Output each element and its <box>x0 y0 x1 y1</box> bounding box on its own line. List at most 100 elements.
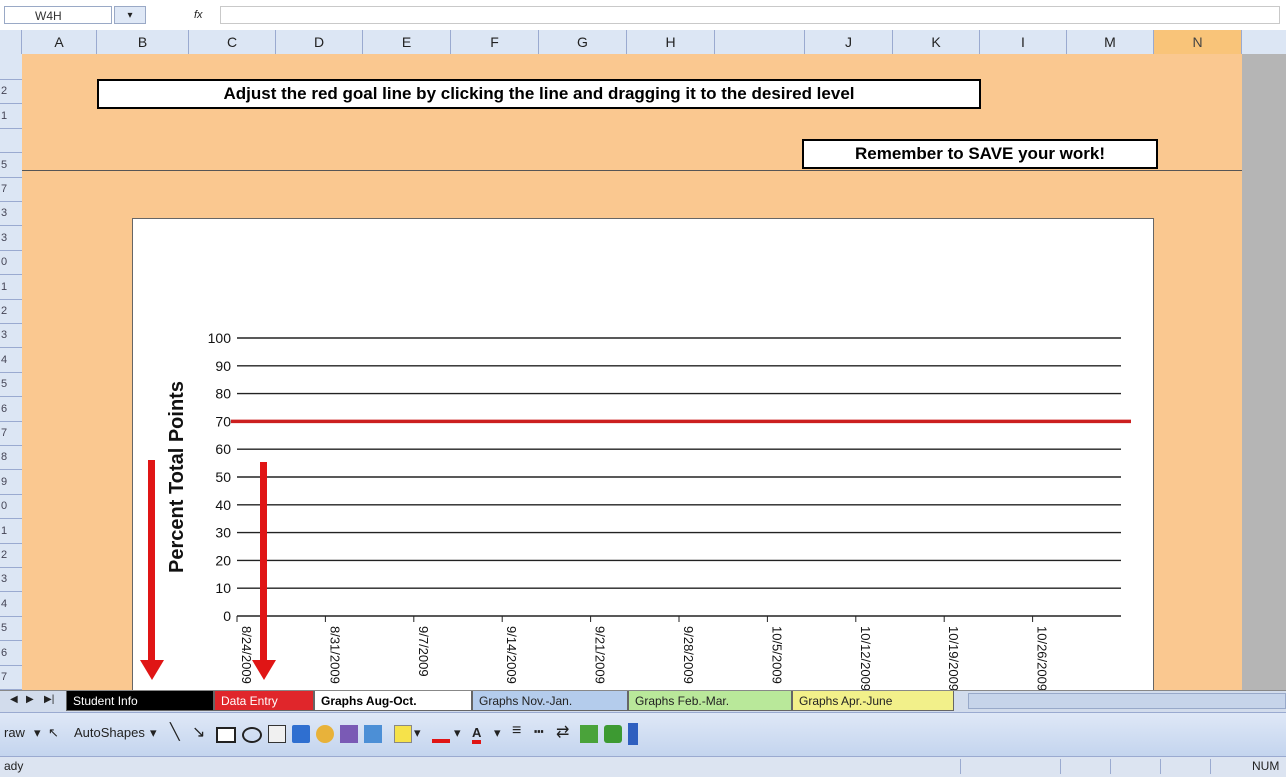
shadow-style-icon[interactable] <box>580 725 598 743</box>
status-pane <box>960 759 961 774</box>
column-header[interactable]: K <box>893 30 980 54</box>
select-objects-icon[interactable]: ↖ <box>48 725 59 741</box>
arrow-style-icon[interactable]: ⇄ <box>556 722 569 742</box>
chevron-down-icon[interactable]: ▾ <box>414 725 421 741</box>
row-header[interactable]: 5 <box>0 152 22 178</box>
column-header[interactable]: C <box>189 30 276 54</box>
x-tick-label: 10/12/2009 <box>858 626 873 691</box>
oval-tool-icon[interactable] <box>242 727 262 743</box>
chevron-down-icon[interactable]: ▾ <box>150 725 157 741</box>
x-tick-label: 10/19/2009 <box>946 626 961 691</box>
row-header[interactable]: 8 <box>0 444 22 471</box>
y-axis-label: Percent Total Points <box>166 381 188 573</box>
picture-icon[interactable] <box>364 725 382 743</box>
line-style-icon[interactable]: ≡ <box>512 722 521 740</box>
draw-menu[interactable]: raw <box>4 725 25 740</box>
row-header[interactable]: 1 <box>0 518 22 544</box>
arrow-down-icon <box>140 460 164 682</box>
arrow-down-icon <box>252 462 276 684</box>
row-header[interactable]: 6 <box>0 396 22 422</box>
row-header[interactable]: 3 <box>0 566 22 593</box>
row-header[interactable] <box>0 54 22 80</box>
column-header[interactable]: I <box>980 30 1067 54</box>
fx-icon[interactable]: fx <box>194 6 216 24</box>
first-sheet-icon[interactable]: ◀ <box>10 694 18 705</box>
y-tick-label: 80 <box>215 386 231 402</box>
row-header[interactable]: 7 <box>0 664 22 690</box>
row-header[interactable]: 0 <box>0 249 22 276</box>
y-tick-label: 0 <box>223 608 231 624</box>
x-tick-label: 9/14/2009 <box>504 626 519 684</box>
row-header[interactable]: 2 <box>0 298 22 324</box>
last-sheet-icon[interactable]: ▶| <box>44 694 54 705</box>
clipart-icon[interactable] <box>340 725 358 743</box>
row-header[interactable]: 4 <box>0 591 22 617</box>
chevron-down-icon[interactable]: ▾ <box>494 725 501 741</box>
row-header[interactable]: 0 <box>0 493 22 520</box>
y-tick-label: 100 <box>208 330 232 346</box>
row-header[interactable]: 2 <box>0 78 22 105</box>
row-header[interactable]: 7 <box>0 176 22 202</box>
line-tool-icon[interactable]: ╲ <box>170 722 180 742</box>
rectangle-tool-icon[interactable] <box>216 727 236 743</box>
name-box[interactable]: W4H <box>4 6 112 24</box>
font-color-icon[interactable]: A <box>472 725 482 744</box>
3d-style-icon[interactable] <box>604 725 622 743</box>
chevron-down-icon[interactable]: ▾ <box>114 6 146 24</box>
row-header[interactable]: 6 <box>0 640 22 666</box>
textbox-tool-icon[interactable] <box>268 725 286 743</box>
formula-bar: W4H ▾ fx <box>0 0 1286 31</box>
diagram-icon[interactable] <box>316 725 334 743</box>
column-header[interactable]: N <box>1154 30 1242 54</box>
tab-graphs-aug-oct[interactable]: Graphs Aug-Oct. <box>314 691 472 711</box>
row-header[interactable]: 2 <box>0 542 22 568</box>
column-header[interactable]: H <box>627 30 715 54</box>
row-header[interactable]: 1 <box>0 103 22 129</box>
row-header-bar: 215733012345678901234567 <box>0 54 23 690</box>
line-color-icon[interactable] <box>432 725 450 743</box>
column-header[interactable] <box>715 30 805 54</box>
row-header[interactable]: 5 <box>0 615 22 642</box>
x-tick-label: 10/26/2009 <box>1035 626 1050 691</box>
wordart-icon[interactable] <box>292 725 310 743</box>
select-all-corner[interactable] <box>0 30 22 54</box>
tab-data-entry[interactable]: Data Entry <box>214 691 314 711</box>
arrow-tool-icon[interactable]: ↘ <box>192 722 205 742</box>
column-header[interactable]: G <box>539 30 627 54</box>
row-header[interactable]: 1 <box>0 274 22 300</box>
row-header[interactable]: 3 <box>0 200 22 227</box>
y-tick-label: 90 <box>215 358 231 374</box>
column-header[interactable]: J <box>805 30 893 54</box>
dash-style-icon[interactable]: ┅ <box>534 722 544 742</box>
row-header[interactable]: 9 <box>0 469 22 495</box>
row-header[interactable]: 7 <box>0 420 22 446</box>
chart-area[interactable]: 0 10 20 30 40 50 60 70 80 90 100 8/24/2009 8/31/2009… <box>132 218 1154 698</box>
formula-input[interactable] <box>220 6 1280 24</box>
status-text: ady <box>4 759 24 773</box>
column-header[interactable]: M <box>1067 30 1154 54</box>
column-header[interactable]: B <box>97 30 189 54</box>
row-header[interactable]: 4 <box>0 347 22 373</box>
column-header[interactable]: F <box>451 30 539 54</box>
tab-student-info[interactable]: Student Info <box>66 691 214 711</box>
row-header[interactable]: 3 <box>0 322 22 349</box>
column-header[interactable]: A <box>22 30 97 54</box>
status-pane <box>1110 759 1111 774</box>
autoshapes-menu[interactable]: AutoShapes <box>74 725 145 740</box>
tab-graphs-nov-jan[interactable]: Graphs Nov.-Jan. <box>472 691 628 711</box>
tab-graphs-feb-mar[interactable]: Graphs Feb.-Mar. <box>628 691 792 711</box>
next-sheet-icon[interactable]: ▶ <box>26 694 34 705</box>
row-header[interactable]: 5 <box>0 371 22 398</box>
column-header[interactable]: D <box>276 30 363 54</box>
column-header[interactable]: E <box>363 30 451 54</box>
tab-graphs-apr-june[interactable]: Graphs Apr.-June <box>792 691 954 711</box>
toolbar-options-icon[interactable] <box>628 723 638 745</box>
status-pane <box>1160 759 1161 774</box>
chevron-down-icon[interactable]: ▾ <box>34 725 41 741</box>
row-header[interactable] <box>0 127 22 154</box>
row-header[interactable]: 3 <box>0 225 22 251</box>
chevron-down-icon[interactable]: ▾ <box>454 725 461 741</box>
status-pane <box>1210 759 1211 774</box>
fill-color-icon[interactable] <box>394 725 412 743</box>
horizontal-scrollbar[interactable] <box>968 693 1286 709</box>
